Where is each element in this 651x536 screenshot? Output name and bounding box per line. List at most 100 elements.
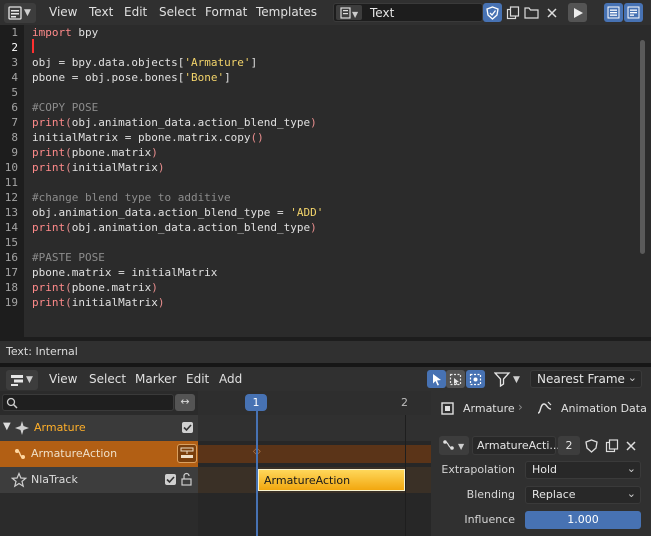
line-number: 17 (4, 266, 18, 279)
action-fake-user-button[interactable] (582, 436, 601, 455)
menu-text[interactable]: Text (89, 5, 113, 19)
track-enable-checkbox[interactable] (165, 474, 176, 485)
code-line[interactable]: #change blend type to additive (32, 191, 231, 204)
run-script-button[interactable] (568, 3, 587, 22)
text-status: Text: Internal (6, 345, 78, 358)
close-icon (546, 7, 557, 18)
snap-mode-value: Nearest Frame (537, 372, 625, 386)
code-line[interactable]: #PASTE POSE (32, 251, 105, 264)
line-number: 8 (11, 131, 18, 144)
code-line[interactable]: print(obj.animation_data.action_blend_ty… (32, 221, 317, 234)
line-number: 14 (4, 221, 18, 234)
solo-star-icon[interactable] (11, 472, 27, 488)
new-text-button[interactable] (503, 3, 522, 22)
unlink-text-button[interactable] (542, 3, 561, 22)
editor-type-selector[interactable]: ▼ (4, 3, 36, 23)
menu-select[interactable]: Select (159, 5, 196, 19)
menu-templates[interactable]: Templates (256, 5, 317, 19)
snap-mode-dropdown[interactable]: Nearest Frame ⌄ (530, 370, 642, 388)
channel-action[interactable]: ArmatureAction (0, 441, 198, 467)
code-line[interactable]: obj = bpy.data.objects['Armature'] (32, 56, 257, 69)
line-number: 5 (11, 86, 18, 99)
animation-data-icon (537, 401, 552, 414)
blending-label: Blending (466, 488, 515, 501)
invert-filter-button[interactable]: ↔ (175, 394, 195, 411)
code-line[interactable]: print(pbone.matrix) (32, 281, 158, 294)
blending-dropdown[interactable]: Replace ⌄ (525, 486, 641, 504)
nla-menu-select[interactable]: Select (89, 372, 126, 386)
line-numbers-toggle[interactable] (604, 3, 623, 22)
chevron-down-icon: ▼ (26, 375, 33, 385)
code-lines[interactable]: 1 import bpy 2 3 obj = bpy.data.objects['Arm… (0, 25, 640, 325)
box-select-tool-button[interactable] (446, 370, 465, 388)
code-line[interactable]: pbone = obj.pose.bones['Bone'] (32, 71, 231, 84)
timeline-action-row: ◇ (198, 445, 431, 463)
fake-user-shield-button[interactable] (483, 3, 502, 22)
expand-triangle-icon[interactable]: ▼ (3, 421, 11, 432)
timeline-armature-row (198, 415, 431, 441)
duplicate-icon (605, 438, 618, 452)
code-line[interactable]: obj.animation_data.action_blend_type = '… (32, 206, 323, 219)
blending-value: Replace (532, 488, 576, 501)
influence-slider[interactable]: 1.000 (525, 511, 641, 529)
armature-enable-checkbox[interactable] (182, 422, 193, 433)
code-line[interactable]: #COPY POSE (32, 101, 98, 114)
nla-menu-marker[interactable]: Marker (135, 372, 176, 386)
action-icon: ▼ (443, 440, 465, 451)
lock-icon[interactable] (180, 472, 195, 487)
breadcrumb-separator-icon: › (518, 400, 523, 414)
line-number: 10 (4, 161, 18, 174)
word-wrap-toggle[interactable] (624, 3, 643, 22)
open-text-button[interactable] (522, 3, 541, 22)
textblock-selector[interactable]: ▼ Text (333, 3, 483, 22)
channel-armature[interactable]: ▼ Armature (0, 415, 198, 441)
nla-action-strip[interactable]: ArmatureAction (258, 469, 405, 491)
action-unlink-button[interactable] (621, 436, 640, 455)
chevron-down-icon: ▼ (24, 8, 31, 18)
checkmark-icon (166, 476, 175, 484)
strip-label: ArmatureAction (264, 474, 351, 487)
svg-text:▼: ▼ (352, 10, 358, 19)
folder-icon (524, 7, 539, 19)
svg-text:▼: ▼ (513, 375, 520, 385)
action-users-count[interactable]: 2 (558, 436, 580, 455)
action-duplicate-button[interactable] (602, 436, 621, 455)
action-name-field[interactable]: ArmatureActi... (472, 436, 560, 455)
menu-view[interactable]: View (49, 5, 77, 19)
current-frame-indicator[interactable]: 1 (245, 394, 267, 411)
extrapolation-dropdown[interactable]: Hold ⌄ (525, 461, 641, 479)
text-datablock-icon[interactable]: ▼ (336, 5, 362, 20)
line-number: 16 (4, 251, 18, 264)
nla-menu-edit[interactable]: Edit (186, 372, 209, 386)
select-tool-button[interactable] (427, 370, 446, 388)
menu-edit[interactable]: Edit (124, 5, 147, 19)
code-line[interactable]: initialMatrix = pbone.matrix.copy() (32, 131, 264, 144)
filter-dropdown[interactable]: ▼ (493, 371, 524, 389)
line-number: 2 (11, 41, 18, 54)
line-number: 12 (4, 191, 18, 204)
line-numbers-icon (607, 6, 620, 19)
playhead-line[interactable] (256, 411, 258, 536)
code-line[interactable]: print(initialMatrix) (32, 296, 164, 309)
code-line[interactable]: print(obj.animation_data.action_blend_ty… (32, 116, 317, 129)
code-line[interactable]: print(pbone.matrix) (32, 146, 158, 159)
vertical-scrollbar[interactable] (640, 40, 645, 254)
frame-gridline (405, 415, 406, 536)
swap-arrows-icon: ↔ (180, 395, 190, 408)
tweak-tool-button[interactable] (466, 370, 485, 388)
action-browse-button[interactable]: ▼ (439, 436, 469, 455)
line-number: 3 (11, 56, 18, 69)
channel-nla-track[interactable]: NlaTrack (0, 467, 198, 493)
chevron-down-icon: ⌄ (626, 487, 636, 500)
push-down-action-button[interactable] (177, 444, 197, 463)
code-line[interactable]: pbone.matrix = initialMatrix (32, 266, 217, 279)
frame-ruler[interactable] (198, 391, 431, 415)
channel-search-input[interactable] (2, 394, 174, 411)
nla-menu-add[interactable]: Add (219, 372, 242, 386)
code-line[interactable]: import bpy (32, 26, 98, 39)
nla-editor-type-selector[interactable]: ▼ (6, 370, 38, 390)
nla-menu-view[interactable]: View (49, 372, 77, 386)
code-line[interactable]: print(initialMatrix) (32, 161, 164, 174)
textblock-name[interactable]: Text (370, 6, 394, 20)
menu-format[interactable]: Format (205, 5, 247, 19)
